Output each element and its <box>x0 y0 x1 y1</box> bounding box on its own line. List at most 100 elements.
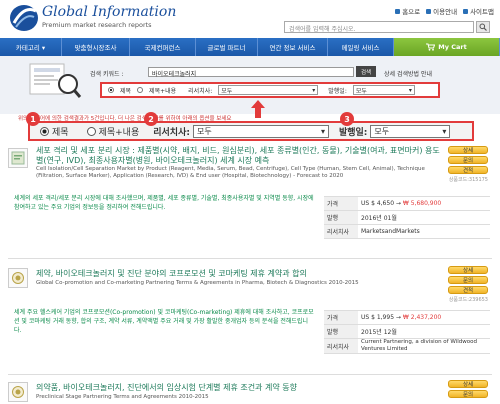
chevron-down-icon: ▾ <box>312 86 316 94</box>
search-icon <box>479 23 487 31</box>
result-info-table: 가격 US $ 4,650 → ₩ 5,680,900 발행 2016년 01월 리… <box>324 196 490 239</box>
step-badge-3: 3 <box>340 112 354 126</box>
result-description: 세계의 세포 격리/세포 분리 시장에 대해 조사했으며, 제품별, 세포 종류… <box>14 195 314 211</box>
nav-annual-service[interactable]: 연간 정보 서비스 <box>258 38 328 56</box>
date-option-group: 발행일: 모두 ▾ <box>338 124 451 138</box>
big-radio-title-content-label: 제목+내용 <box>98 127 140 138</box>
quote-button[interactable]: 견적 <box>448 166 488 174</box>
report-illustration-icon <box>29 63 82 98</box>
cart-icon <box>426 43 436 51</box>
date-select-value: 모두 <box>355 87 367 95</box>
publisher-row-label: 리서치사 <box>324 224 358 239</box>
radio-title[interactable] <box>108 87 114 93</box>
main-nav: 카테고리 ▾ 맞춤형시장조사 국제컨퍼런스 글로벌 파트너 연간 정보 서비스 … <box>0 38 500 56</box>
price-usd: US $ 4,650 → <box>361 200 401 207</box>
quote-button[interactable]: 견적 <box>448 286 488 294</box>
logo-title[interactable]: Global Information <box>42 4 176 20</box>
radio-title-content-label: 제목+내용 <box>149 87 177 95</box>
result-subtitle: Global Co-promotion and Co-marketing Par… <box>36 280 359 286</box>
cart-label: My Cart <box>438 43 467 51</box>
logo-subtitle: Premium market research reports <box>42 21 152 29</box>
divider <box>8 258 492 259</box>
chevron-down-icon: ▾ <box>408 86 412 94</box>
cart-button[interactable]: My Cart <box>394 38 500 56</box>
report-icon <box>12 272 24 284</box>
home-link[interactable]: 홈으로 <box>395 6 420 16</box>
report-thumbnail[interactable] <box>8 382 28 402</box>
product-code: 상품코드:239653 <box>448 297 488 303</box>
result-title[interactable]: 의약품, 바이오테크놀러지, 진단에서의 임상시험 단계별 제휴 조건과 계약 … <box>36 382 440 393</box>
big-date-select-value: 모두 <box>374 126 390 136</box>
date-row-label: 발행 <box>324 210 358 225</box>
sitemap-icon <box>463 8 469 14</box>
top-links: 홈으로 이용안내 사이트맵 <box>395 6 494 16</box>
report-thumbnail[interactable] <box>8 148 28 168</box>
report-icon <box>12 386 24 398</box>
site-header: Global Information Premium market resear… <box>0 0 500 38</box>
info-icon <box>426 8 432 14</box>
big-date-select[interactable]: 모두 ▾ <box>370 124 451 138</box>
inquiry-button[interactable]: 문의 <box>448 156 488 164</box>
keyword-label: 검색 키워드 : <box>90 71 124 78</box>
keyword-search-button[interactable]: 검색 <box>356 66 376 77</box>
result-title[interactable]: 세포 격리 및 세포 분리 시장 : 제품별(시약, 배지, 비드, 원심분리)… <box>36 146 440 166</box>
big-publisher-select[interactable]: 모두 ▾ <box>192 124 329 138</box>
price-label: 가격 <box>324 196 358 211</box>
sitemap-link[interactable]: 사이트맵 <box>463 6 494 16</box>
header-search-button[interactable] <box>476 21 490 33</box>
big-radio-title[interactable] <box>40 126 49 136</box>
divider <box>8 374 492 375</box>
date-select[interactable]: 모두 ▾ <box>352 85 415 95</box>
title-content-option-group: 제목+내용 <box>86 125 140 138</box>
price-usd: US $ 1,995 → <box>361 314 401 321</box>
sitemap-link-label: 사이트맵 <box>470 8 494 16</box>
result-subtitle: Cell Isolation/Cell Separation Market by… <box>36 166 425 179</box>
big-publisher-label: 리서치사: <box>153 127 190 138</box>
publish-date: 2016년 01월 <box>358 210 490 225</box>
search-help-link[interactable]: 상세 검색방법 안내 <box>384 69 432 78</box>
inquiry-button[interactable]: 문의 <box>448 390 488 398</box>
big-date-label: 발행일: <box>338 127 368 138</box>
publisher-row-label: 리서치사 <box>324 338 358 354</box>
logo-icon[interactable] <box>8 3 40 33</box>
publisher-select[interactable]: 모두 ▾ <box>218 85 319 95</box>
nav-custom-research[interactable]: 맞춤형시장조사 <box>62 38 130 56</box>
publisher-select-value: 모두 <box>221 87 233 95</box>
result-title[interactable]: 제약, 바이오테크놀러지 및 진단 분야의 코프로모션 및 코마케팅 제휴 계약… <box>36 268 440 279</box>
nav-mailing[interactable]: 메일링 서비스 <box>328 38 394 56</box>
big-radio-title-label: 제목 <box>52 127 69 138</box>
price-label: 가격 <box>324 310 358 325</box>
publish-date: 2015년 12월 <box>358 324 490 339</box>
result-info-table: 가격 US $ 1,995 → ₩ 2,437,200 발행 2015년 12월 리… <box>324 310 490 354</box>
price-cell: US $ 1,995 → ₩ 2,437,200 <box>358 310 490 325</box>
detail-button[interactable]: 상세 <box>448 146 488 154</box>
nav-conference[interactable]: 국제컨퍼런스 <box>130 38 196 56</box>
nav-partners[interactable]: 글로벌 파트너 <box>196 38 258 56</box>
home-icon <box>395 8 401 14</box>
nav-category[interactable]: 카테고리 ▾ <box>0 38 62 56</box>
step-badge-2: 2 <box>144 112 158 126</box>
result-subtitle: Preclinical Stage Partnering Terms and A… <box>36 394 209 400</box>
price-krw: ₩ 5,680,900 <box>402 200 442 207</box>
inquiry-button[interactable]: 문의 <box>448 276 488 284</box>
product-code: 상품코드:315175 <box>448 177 488 183</box>
price-krw: ₩ 2,437,200 <box>402 314 442 321</box>
guide-link[interactable]: 이용안내 <box>426 6 457 16</box>
radio-title-content[interactable] <box>137 87 144 93</box>
keyword-input[interactable]: 바이오테크놀러지 <box>148 67 354 78</box>
chevron-down-icon: ▾ <box>442 126 447 136</box>
report-thumbnail[interactable] <box>8 268 28 288</box>
date-label: 발행일: <box>328 87 347 95</box>
publisher-name: Current Partnering, a division of Wildwo… <box>358 338 490 354</box>
step-badge-1: 1 <box>26 112 40 126</box>
chevron-down-icon: ▾ <box>320 126 325 136</box>
detail-button[interactable]: 상세 <box>448 266 488 274</box>
magnified-search-options: 제목 제목+내용 리서치사: 모두 ▾ 발행일: 모두 ▾ <box>28 121 474 141</box>
big-publisher-select-value: 모두 <box>196 126 212 136</box>
report-icon <box>11 151 25 165</box>
publisher-name: MarketsandMarkets <box>358 224 490 239</box>
header-search-input[interactable]: 검색어를 입력해 주십시오. <box>284 21 474 33</box>
big-radio-title-content[interactable] <box>86 126 96 136</box>
detail-button[interactable]: 상세 <box>448 380 488 388</box>
result-description: 세계 주요 헬스케어 기업의 코프로모션(Co-promotion) 및 코마케… <box>14 309 314 334</box>
